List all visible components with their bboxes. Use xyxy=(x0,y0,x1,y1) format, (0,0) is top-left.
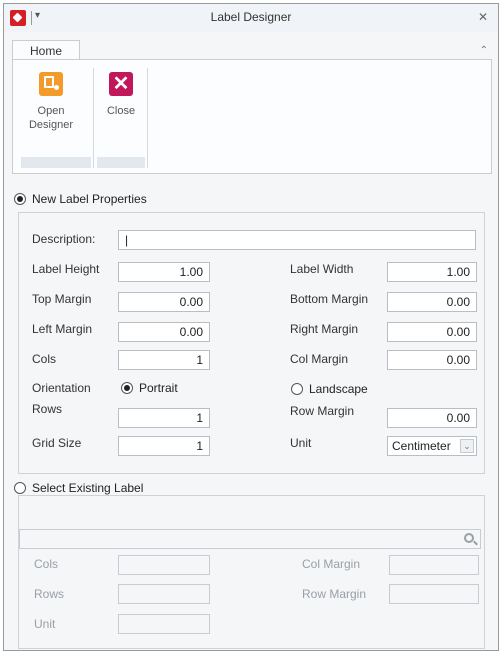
row-margin-input[interactable]: 0.00 xyxy=(387,408,477,428)
open-designer-label-line1: Open xyxy=(37,105,65,117)
existing-cols-input xyxy=(118,555,210,575)
title-bar: ▾ Label Designer ✕ xyxy=(4,4,498,32)
right-margin-label: Right Margin xyxy=(290,322,359,336)
portrait-radio[interactable]: Portrait xyxy=(121,381,178,395)
ribbon-tab-row: Home ⌃ xyxy=(4,32,498,63)
rows-input[interactable]: 1 xyxy=(118,408,210,428)
description-input[interactable]: | xyxy=(118,230,476,250)
ribbon-group-footer xyxy=(21,157,91,168)
existing-label-radio-label: Select Existing Label xyxy=(32,481,144,495)
window-close-icon[interactable]: ✕ xyxy=(478,10,488,24)
collapse-ribbon-icon[interactable]: ⌃ xyxy=(480,45,488,56)
new-label-radio-label: New Label Properties xyxy=(32,192,147,206)
orientation-label: Orientation xyxy=(32,381,91,395)
existing-rows-input xyxy=(118,584,210,604)
existing-unit-input xyxy=(118,614,210,634)
chevron-down-icon[interactable]: ⌄ xyxy=(460,439,474,453)
cols-input[interactable]: 1 xyxy=(118,350,210,370)
landscape-radio-label: Landscape xyxy=(309,382,368,396)
top-margin-input[interactable]: 0.00 xyxy=(118,292,210,312)
existing-col-margin-input xyxy=(389,555,479,575)
new-label-panel xyxy=(18,212,485,474)
existing-unit-label: Unit xyxy=(34,617,56,631)
existing-row-margin-input xyxy=(389,584,479,604)
col-margin-label: Col Margin xyxy=(290,352,349,366)
left-margin-label: Left Margin xyxy=(32,322,93,336)
label-width-label: Label Width xyxy=(290,262,354,276)
landscape-radio-button[interactable] xyxy=(291,383,303,395)
close-icon: ✕ xyxy=(109,72,133,96)
right-margin-input[interactable]: 0.00 xyxy=(387,322,477,342)
ribbon-group-open: Open Designer xyxy=(19,68,94,168)
new-label-radio[interactable]: New Label Properties xyxy=(14,192,147,206)
description-label: Description: xyxy=(32,232,96,246)
close-button[interactable]: ✕ Close xyxy=(101,72,141,118)
existing-cols-label: Cols xyxy=(34,557,59,571)
window-title: Label Designer xyxy=(210,10,292,24)
new-label-radio-button[interactable] xyxy=(14,193,26,205)
save-design-icon xyxy=(39,72,63,96)
ribbon-group-close: ✕ Close xyxy=(95,68,148,168)
existing-label-radio[interactable]: Select Existing Label xyxy=(14,481,143,495)
left-margin-input[interactable]: 0.00 xyxy=(118,322,210,342)
label-height-input[interactable]: 1.00 xyxy=(118,262,210,282)
close-label: Close xyxy=(106,105,136,117)
unit-label: Unit xyxy=(290,436,312,450)
unit-select-value: Centimeter xyxy=(392,439,451,453)
landscape-radio[interactable]: Landscape xyxy=(291,382,368,396)
cols-label: Cols xyxy=(32,352,57,366)
row-margin-label: Row Margin xyxy=(290,404,355,418)
rows-label: Rows xyxy=(32,402,63,416)
existing-rows-label: Rows xyxy=(34,587,65,601)
existing-label-search-input[interactable] xyxy=(19,529,481,549)
label-height-label: Label Height xyxy=(32,262,100,276)
unit-select[interactable]: Centimeter ⌄ xyxy=(387,436,477,456)
ribbon-group-footer xyxy=(97,157,145,168)
bottom-margin-input[interactable]: 0.00 xyxy=(387,292,477,312)
label-width-input[interactable]: 1.00 xyxy=(387,262,477,282)
ribbon-panel: Open Designer ✕ Close xyxy=(12,59,492,174)
existing-row-margin-label: Row Margin xyxy=(302,587,367,601)
existing-col-margin-label: Col Margin xyxy=(302,557,361,571)
bottom-margin-label: Bottom Margin xyxy=(290,292,369,306)
portrait-radio-button[interactable] xyxy=(121,382,133,394)
search-icon[interactable] xyxy=(464,533,474,543)
label-designer-window: ▾ Label Designer ✕ Home ⌃ Open Designer … xyxy=(3,3,499,651)
open-designer-label-line2: Designer xyxy=(28,119,74,131)
portrait-radio-label: Portrait xyxy=(139,381,178,395)
top-margin-label: Top Margin xyxy=(32,292,92,306)
col-margin-input[interactable]: 0.00 xyxy=(387,350,477,370)
open-designer-button[interactable]: Open Designer xyxy=(23,72,79,132)
grid-size-label: Grid Size xyxy=(32,436,82,450)
grid-size-input[interactable]: 1 xyxy=(118,436,210,456)
existing-label-radio-button[interactable] xyxy=(14,482,26,494)
